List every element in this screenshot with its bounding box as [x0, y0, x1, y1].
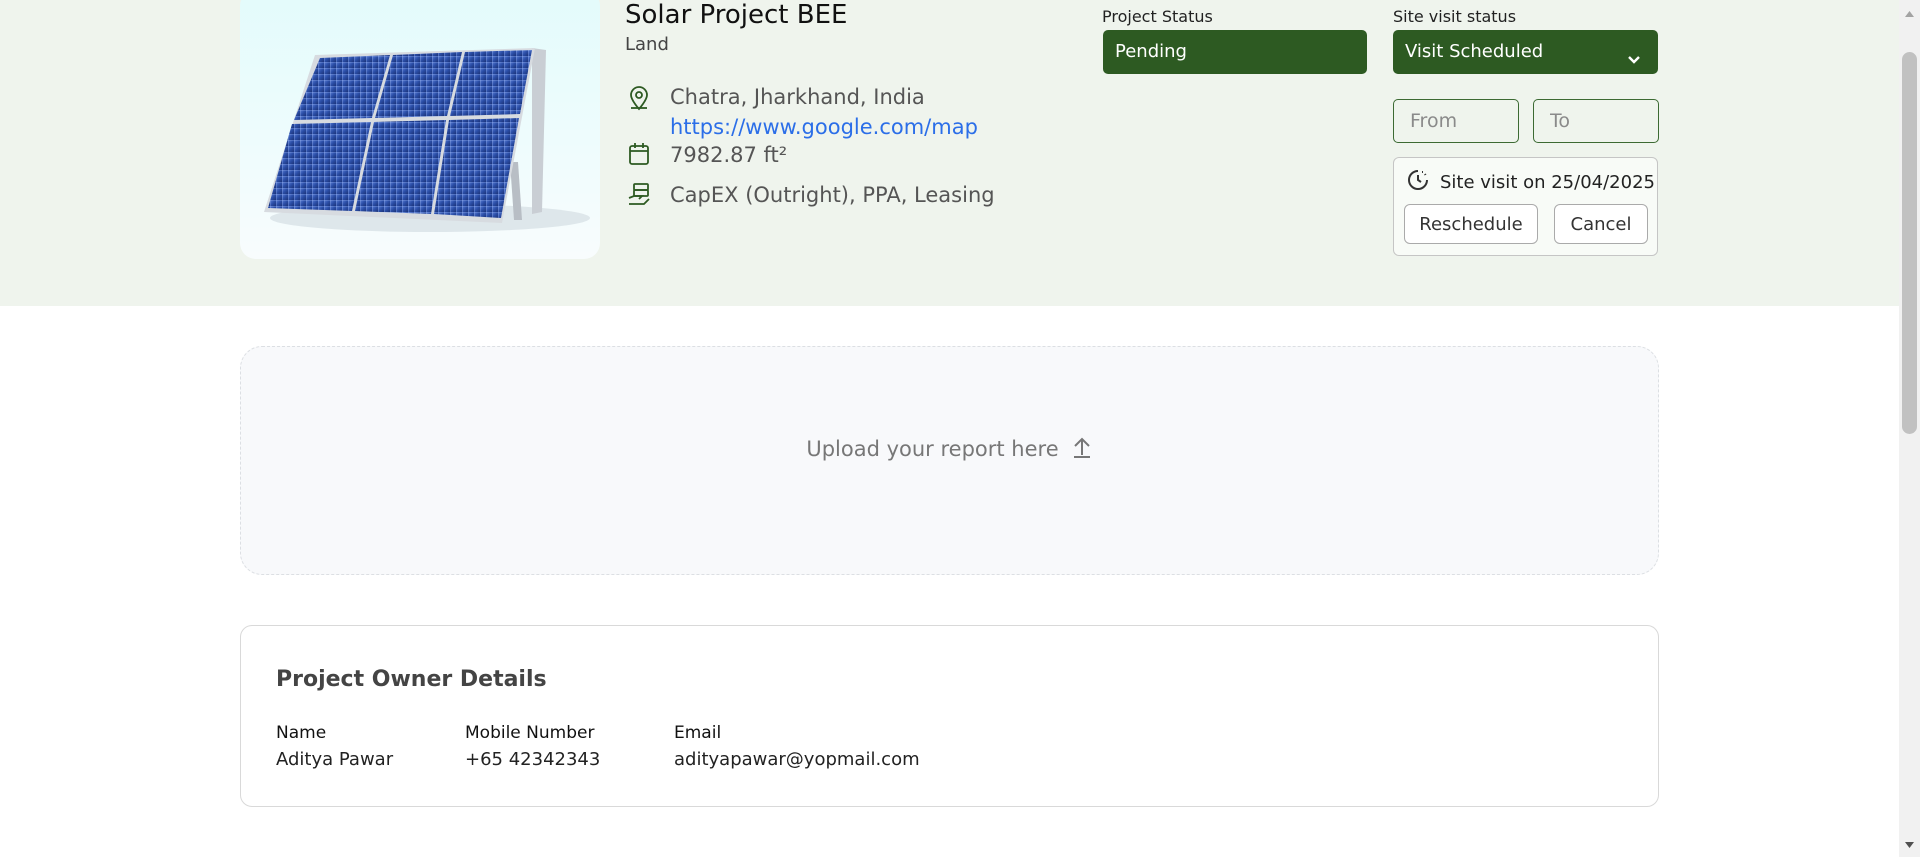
location-pin-icon: [625, 84, 653, 112]
scroll-up-arrow-icon[interactable]: [1904, 3, 1915, 22]
location-text: Chatra, Jharkhand, India: [670, 85, 925, 109]
vertical-scrollbar[interactable]: [1899, 0, 1920, 857]
chevron-down-icon: [1624, 42, 1644, 86]
financing-row: CapEX (Outright), PPA, Leasing: [625, 180, 995, 210]
page: Solar Project BEE Land Chatra, Jharkhand…: [0, 0, 1920, 857]
upload-prompt: Upload your report here: [806, 435, 1092, 463]
owner-email: adityapawar@yopmail.com: [674, 749, 920, 770]
cancel-button[interactable]: Cancel: [1554, 204, 1648, 244]
report-upload-area[interactable]: Upload your report here: [240, 346, 1659, 575]
owner-section-title: Project Owner Details: [276, 667, 547, 692]
site-visit-status-label: Site visit status: [1393, 7, 1517, 26]
owner-email-column: Email adityapawar@yopmail.com: [674, 723, 920, 770]
owner-mobile: +65 42342343: [465, 749, 601, 770]
owner-name: Aditya Pawar: [276, 749, 394, 770]
project-status-label: Project Status: [1102, 7, 1213, 26]
owner-mobile-label: Mobile Number: [465, 723, 595, 743]
finance-icon: [625, 180, 653, 208]
reschedule-button[interactable]: Reschedule: [1404, 204, 1538, 244]
project-status-select[interactable]: Pending: [1103, 30, 1367, 74]
area-text: 7982.87 ft²: [670, 143, 788, 167]
project-header: Solar Project BEE Land Chatra, Jharkhand…: [0, 0, 1899, 306]
area-row: 7982.87 ft²: [625, 140, 787, 170]
site-visit-card: Site visit on 25/04/2025 Reschedule Canc…: [1393, 157, 1658, 256]
from-date-input[interactable]: [1393, 99, 1519, 143]
owner-name-label: Name: [276, 723, 327, 743]
project-image: [240, 0, 600, 259]
financing-text: CapEX (Outright), PPA, Leasing: [670, 183, 995, 207]
project-type: Land: [625, 34, 669, 55]
site-visit-status-value: Visit Scheduled: [1405, 41, 1544, 62]
site-visit-date: Site visit on 25/04/2025: [1440, 171, 1655, 193]
project-title: Solar Project BEE: [625, 0, 848, 30]
scroll-down-arrow-icon[interactable]: [1904, 834, 1915, 853]
location-row: Chatra, Jharkhand, India https://www.goo…: [625, 82, 978, 142]
owner-name-column: Name Aditya Pawar: [276, 723, 393, 770]
map-link[interactable]: https://www.google.com/map: [670, 112, 978, 142]
project-owner-card: Project Owner Details Name Aditya Pawar …: [240, 625, 1659, 807]
upload-text: Upload your report here: [806, 436, 1059, 461]
site-visit-line: Site visit on 25/04/2025: [1406, 168, 1655, 196]
clock-icon: [1406, 168, 1430, 196]
upload-arrow-icon: [1071, 435, 1093, 463]
owner-mobile-column: Mobile Number +65 42342343: [465, 723, 600, 770]
area-icon: [625, 140, 653, 168]
site-visit-status-select[interactable]: Visit Scheduled: [1393, 30, 1658, 74]
scrollbar-thumb[interactable]: [1902, 52, 1917, 434]
to-date-input[interactable]: [1533, 99, 1659, 143]
owner-email-label: Email: [674, 723, 722, 743]
